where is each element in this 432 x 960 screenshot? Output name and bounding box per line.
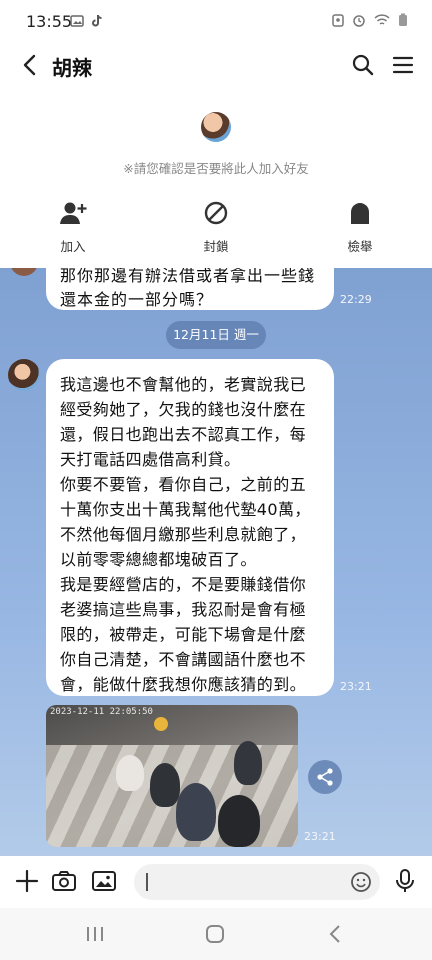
status-right-icons — [332, 13, 408, 27]
message-input-bar — [0, 856, 432, 908]
tiktok-notification-icon — [92, 14, 102, 27]
system-nav-bar — [0, 908, 432, 960]
add-friend-notice: ※請您確認是否要將此人加入好友 — [123, 161, 309, 176]
contact-avatar[interactable] — [201, 112, 231, 142]
share-icon — [317, 768, 333, 786]
battery-icon — [399, 13, 407, 26]
microphone-icon[interactable] — [392, 868, 418, 894]
block-label: 封鎖 — [203, 239, 229, 254]
home-icon[interactable] — [204, 923, 226, 945]
report-button[interactable]: 檢舉 — [315, 200, 405, 255]
contact-avatar[interactable] — [8, 359, 40, 391]
message-bubble[interactable]: 我這邊也不會幫他的，老實說我已 經受夠她了，欠我的錢也沒什麼在 還，假日也跑出去… — [46, 359, 334, 696]
message-line: 天打電話四處借高利貸。 — [60, 450, 241, 469]
emoji-icon[interactable] — [350, 871, 372, 893]
message-input[interactable] — [134, 864, 380, 900]
scooter — [116, 755, 144, 791]
report-label: 檢舉 — [347, 239, 373, 254]
message-line: 會，能做什麼我想你應該猜的到。 — [60, 675, 307, 694]
scooter — [218, 795, 260, 847]
add-friend-label: 加入 — [60, 239, 86, 254]
add-friend-button[interactable]: 加入 — [28, 200, 118, 255]
message-line: 還，假日也跑出去不認真工作，每 — [60, 425, 307, 444]
block-button[interactable]: 封鎖 — [171, 200, 261, 255]
message-line: 限的，被帶走，可能下場會是什麼 — [60, 625, 307, 644]
message-line: 不然他每個月繳那些利息就飽了， — [60, 525, 307, 544]
chat-header: 胡辣 — [0, 40, 432, 92]
message-line: 我這邊也不會幫他的，老實說我已 — [60, 375, 307, 394]
system-back-icon[interactable] — [326, 923, 346, 945]
message-time: 22:29 — [340, 293, 372, 306]
status-left-icons — [70, 14, 104, 28]
recent-apps-icon[interactable] — [84, 924, 106, 944]
gallery-notification-icon — [70, 15, 84, 27]
message-line: 你自己清楚，不會講國語什麼也不 — [60, 650, 307, 669]
contact-avatar-partial — [10, 268, 38, 276]
message-line: 經受夠她了，欠我的錢也沒什麼在 — [60, 400, 307, 419]
scooter — [234, 741, 262, 785]
block-icon — [204, 201, 228, 225]
share-button[interactable] — [308, 760, 342, 794]
message-time: 23:21 — [340, 680, 372, 693]
photo-timestamp: 2023-12-11 22:05:50 — [50, 707, 153, 717]
add-person-icon — [60, 202, 87, 224]
message-line: 你要不要管，看你自己，之前的五 — [60, 475, 307, 494]
chat-title: 胡辣 — [52, 56, 92, 80]
plus-icon[interactable] — [14, 868, 40, 894]
message-line: 我是要經營店的，不是要賺錢借你 — [60, 575, 307, 594]
search-icon[interactable] — [350, 52, 376, 78]
status-time: 13:55 — [26, 12, 73, 31]
chat-area[interactable]: 那你那邊有辦法借或者拿出一些錢 還本金的一部分嗎？ 22:29 12月11日 週… — [0, 268, 432, 856]
status-bar: 13:55 — [0, 0, 432, 40]
message-line: 老婆搞這些鳥事，我忍耐是會有極 — [60, 600, 307, 619]
message-bubble[interactable]: 那你那邊有辦法借或者拿出一些錢 還本金的一部分嗎？ — [46, 268, 334, 310]
back-arrow-icon[interactable] — [16, 50, 46, 80]
text-caret — [146, 873, 148, 891]
add-friend-panel: ※請您確認是否要將此人加入好友 加入 封鎖 檢舉 — [0, 92, 432, 268]
vpn-icon — [332, 14, 344, 27]
camera-icon[interactable] — [51, 868, 77, 894]
menu-icon[interactable] — [390, 52, 416, 78]
message-line: 以前零零總總都塊破百了。 — [60, 550, 257, 569]
message-line: 十萬你支出十萬我幫他代墊40萬， — [60, 500, 311, 519]
date-separator: 12月11日 週一 — [166, 321, 266, 349]
wifi-icon — [374, 14, 390, 25]
scooter — [176, 783, 216, 841]
image-icon[interactable] — [91, 868, 117, 894]
message-time: 23:21 — [304, 830, 336, 843]
scooter — [150, 763, 180, 807]
report-icon — [351, 203, 369, 224]
helmet — [154, 717, 168, 731]
photo-message[interactable]: 2023-12-11 22:05:50 — [46, 705, 298, 847]
message-line: 那你那邊有辦法借或者拿出一些錢 — [60, 268, 316, 285]
message-line: 還本金的一部分嗎？ — [60, 290, 214, 309]
alarm-icon — [353, 15, 365, 27]
